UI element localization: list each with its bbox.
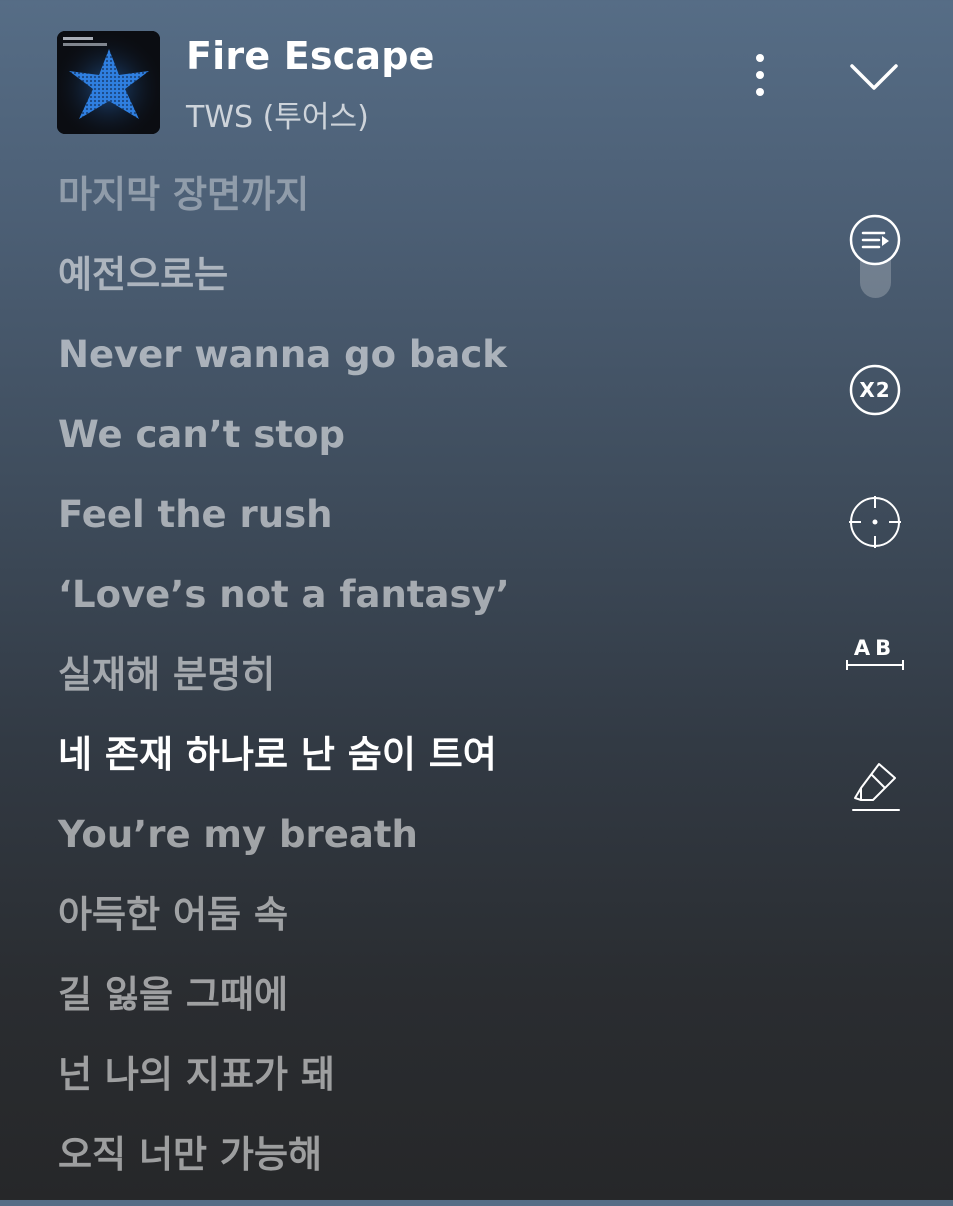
lyric-line-active[interactable]: 네 존재 하나로 난 숨이 트여 (58, 726, 798, 806)
lyric-line[interactable]: You’re my breath (58, 806, 798, 886)
lyric-line[interactable]: 실재해 분명히 (58, 646, 798, 726)
track-artist[interactable]: TWS (투어스) (186, 92, 369, 136)
text-size-label: X2 (859, 378, 891, 402)
lyric-line[interactable]: 아득한 어둠 속 (58, 886, 798, 966)
track-title: Fire Escape (186, 34, 435, 78)
lyric-line[interactable]: 예전으로는 (58, 246, 798, 326)
highlight-button[interactable] (843, 754, 907, 818)
album-star-image (57, 31, 160, 134)
chevron-down-icon (850, 64, 898, 90)
lyric-line[interactable]: 길 잃을 그때에 (58, 966, 798, 1046)
crosshair-icon (849, 496, 901, 548)
lyric-line[interactable]: Feel the rush (58, 486, 798, 566)
lyric-line[interactable]: ‘Love’s not a fantasy’ (58, 566, 798, 646)
autoscroll-icon (849, 214, 901, 266)
autoscroll-button[interactable] (843, 208, 907, 272)
lyric-line[interactable]: 마지막 장면까지 (58, 166, 798, 246)
ab-repeat-button[interactable]: AB (843, 632, 907, 696)
lyric-line[interactable]: 넌 나의 지표가 돼 (58, 1046, 798, 1126)
lyric-line[interactable]: 오직 너만 가능해 (58, 1126, 798, 1206)
collapse-button[interactable] (846, 52, 902, 100)
highlighter-icon (852, 763, 900, 811)
lyrics-screen: Fire Escape TWS (투어스) 마지막 장면까지 예전으로는 Nev… (0, 0, 953, 1200)
more-button[interactable] (740, 48, 780, 104)
album-art[interactable] (57, 31, 160, 134)
lyric-line[interactable]: Never wanna go back (58, 326, 798, 406)
ab-repeat-label: AB (853, 636, 897, 660)
text-size-button[interactable]: X2 (843, 358, 907, 422)
lyrics-list[interactable]: 마지막 장면까지 예전으로는 Never wanna go back We ca… (58, 166, 798, 1206)
focus-button[interactable] (843, 490, 907, 554)
lyric-line[interactable]: We can’t stop (58, 406, 798, 486)
more-vertical-icon (756, 54, 764, 96)
